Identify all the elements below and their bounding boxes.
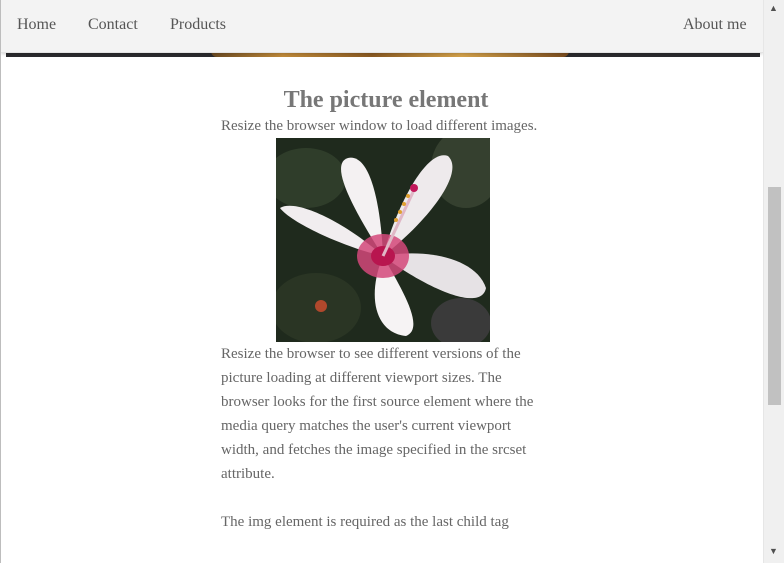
top-navbar: Home Contact Products About me [1, 0, 763, 53]
description-paragraph: Resize the browser to see different vers… [221, 346, 534, 482]
flower-image [276, 138, 490, 342]
scroll-down-arrow-icon[interactable]: ▼ [769, 546, 778, 556]
nav-about-link[interactable]: About me [683, 16, 747, 34]
article-title: The picture element [283, 87, 489, 113]
intro-paragraph: Resize the browser window to load differ… [221, 118, 538, 134]
scroll-thumb[interactable] [768, 187, 781, 405]
nav-contact-link[interactable]: Contact [88, 16, 138, 34]
scroll-up-arrow-icon[interactable]: ▲ [769, 3, 778, 13]
page-viewport: Home Contact Products About me The pictu… [0, 0, 763, 563]
vertical-scrollbar[interactable]: ▲ ▼ [763, 0, 784, 563]
nav-products-link[interactable]: Products [170, 16, 226, 34]
nav-home-link[interactable]: Home [17, 16, 56, 34]
article-content: The picture element Resize the browser w… [221, 86, 551, 534]
img-element-paragraph: The img element is required as the last … [221, 514, 509, 530]
